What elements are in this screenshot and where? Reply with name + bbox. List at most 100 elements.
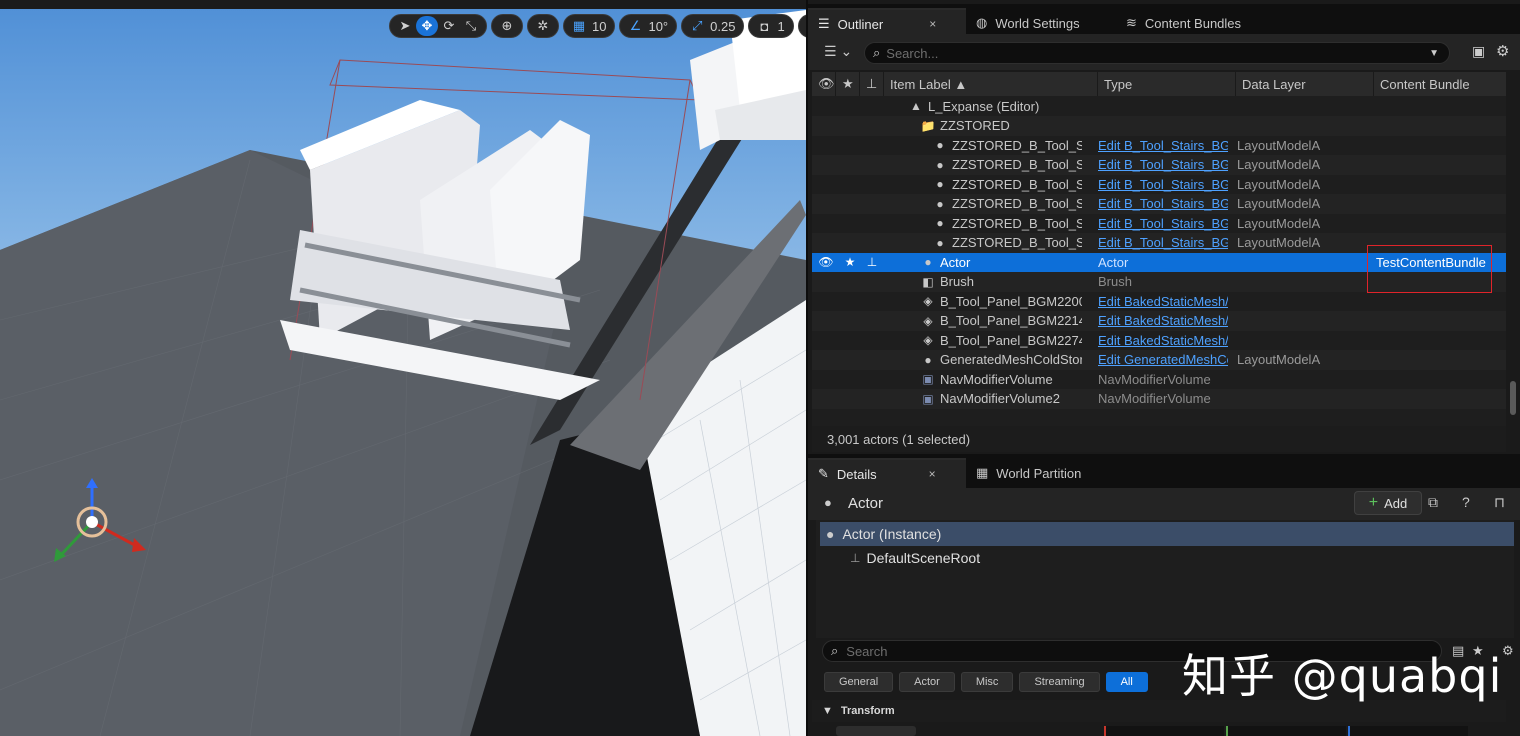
globe-icon: ⊕ <box>501 18 513 33</box>
gear-icon[interactable]: ⚙ <box>1502 643 1514 659</box>
outliner-row-type[interactable]: Edit B_Tool_Stairs_BG <box>1098 138 1228 153</box>
visibility-icon[interactable]: 👁 <box>818 254 834 270</box>
chevron-down-icon[interactable]: ▼ <box>1429 48 1439 59</box>
globe-icon: ◍ <box>976 15 988 30</box>
add-label: Add <box>1384 495 1408 511</box>
camera-speed[interactable]: ◘ 1 <box>748 14 794 38</box>
location-z-field[interactable] <box>1348 726 1468 736</box>
actor-icon: ● <box>936 216 944 231</box>
outliner-row-type[interactable]: Edit B_Tool_Stairs_BG <box>1098 196 1228 211</box>
grid-icon: ▦ <box>976 465 989 480</box>
scale-snap-icon: ⤢ <box>691 18 703 33</box>
column-content-bundle[interactable]: Content Bundle <box>1374 72 1506 96</box>
outliner-row[interactable]: ▣ NavModifierVolume NavModifierVolume <box>812 370 1506 390</box>
outliner-row-label: L_Expanse (Editor) <box>928 98 1040 114</box>
scale-mode-icon[interactable]: ⤡ <box>460 16 482 36</box>
angle-snap[interactable]: ∠ 10° <box>619 14 678 38</box>
actor-icon: ● <box>826 526 835 542</box>
outliner-row[interactable]: 📁 ZZSTORED <box>812 116 1506 136</box>
column-data-layer[interactable]: Data Layer <box>1236 72 1374 96</box>
outliner-row[interactable]: ● ZZSTORED_B_Tool_Stai Edit B_Tool_Stairs_… <box>812 155 1506 175</box>
filter-all[interactable]: All <box>1105 672 1148 692</box>
grid-snap[interactable]: ▦ 10 <box>563 14 616 38</box>
select-mode-icon[interactable]: ➤ <box>394 16 416 36</box>
close-icon[interactable]: × <box>929 467 936 481</box>
outliner-row[interactable]: ▲ L_Expanse (Editor) <box>812 97 1506 117</box>
outliner-row-type[interactable]: Edit B_Tool_Stairs_BG <box>1098 235 1228 250</box>
outliner-search-input[interactable]: ⌕ Search... ▼ <box>864 42 1450 64</box>
help-icon[interactable]: ? <box>1462 494 1470 510</box>
filter-general[interactable]: General <box>824 672 894 692</box>
volume-icon: ▣ <box>922 372 934 387</box>
plus-icon: + <box>1368 494 1379 511</box>
mesh-icon: ◈ <box>923 294 933 309</box>
lock-icon[interactable]: ⊓ <box>1494 494 1505 511</box>
scale-snap-value[interactable]: 0.25 <box>708 19 739 34</box>
camera-speed-value[interactable]: 1 <box>775 19 788 34</box>
star-column-icon[interactable]: ★ <box>836 72 860 96</box>
outliner-row-label: ZZSTORED_B_Tool_Stai <box>952 157 1082 173</box>
outliner-row-label: Brush <box>940 274 974 290</box>
outliner-row[interactable]: ◈ B_Tool_Panel_BGM2274 Edit BakedStaticMes… <box>812 331 1506 351</box>
outliner-row[interactable]: ▣ NavModifierVolume2 NavModifierVolume <box>812 389 1506 409</box>
outliner-status: 3,001 actors (1 selected) <box>812 426 1506 452</box>
gear-icon[interactable]: ⚙ <box>1496 42 1509 60</box>
grid-snap-value[interactable]: 10 <box>590 19 610 34</box>
outliner-row[interactable]: ● ZZSTORED_B_Tool_Stai Edit B_Tool_Stairs_… <box>812 175 1506 195</box>
outliner-row-type[interactable]: Edit B_Tool_Stairs_BG <box>1098 216 1228 231</box>
outliner-row[interactable]: ● ZZSTORED_B_Tool_Stai Edit B_Tool_Stairs_… <box>812 194 1506 214</box>
actor-icon: ● <box>936 235 944 250</box>
add-component-button[interactable]: + Add <box>1354 491 1422 515</box>
tab-details[interactable]: ✎ Details × <box>808 458 966 488</box>
pin-icon[interactable]: ⊥ <box>864 254 880 270</box>
outliner-row-label: ZZSTORED_B_Tool_Stai <box>952 215 1082 231</box>
close-icon[interactable]: × <box>929 17 936 31</box>
rotate-mode-icon[interactable]: ⟳ <box>438 16 460 36</box>
outliner-row[interactable]: ◈ B_Tool_Panel_BGM2200 Edit BakedStaticMes… <box>812 292 1506 312</box>
surface-snap-toggle[interactable]: ✲ <box>527 14 559 38</box>
translate-mode-icon[interactable]: ✥ <box>416 16 438 36</box>
mesh-icon: ◈ <box>923 313 933 328</box>
outliner-row-label: NavModifierVolume <box>940 371 1053 387</box>
location-dropdown[interactable] <box>836 726 916 736</box>
location-y-field[interactable] <box>1226 726 1346 736</box>
outliner-row[interactable]: ◈ B_Tool_Panel_BGM2214 Edit BakedStaticMes… <box>812 311 1506 331</box>
column-item-label[interactable]: Item Label ▲ <box>884 72 1098 96</box>
new-folder-icon[interactable]: ▣ <box>1472 43 1485 60</box>
tab-content-bundles-label: Content Bundles <box>1144 15 1242 31</box>
outliner-row-type[interactable]: Edit BakedStaticMesh/ <box>1098 333 1228 348</box>
filter-actor[interactable]: Actor <box>899 672 955 692</box>
outliner-row-label: ZZSTORED_B_Tool_Stai <box>952 235 1082 251</box>
visibility-column-icon[interactable]: 👁 <box>812 72 836 96</box>
location-x-field[interactable] <box>1104 726 1224 736</box>
level-viewport[interactable]: ➤ ✥ ⟳ ⤡ ⊕ ✲ ▦ 10 ∠ 10° ⤢ 0.25 ◘ 1 ⊞ <box>0 0 806 736</box>
tab-world-partition[interactable]: ▦ World Partition <box>966 458 1116 488</box>
outliner-scrollbar[interactable] <box>1510 96 1516 426</box>
star-icon[interactable]: ★ <box>842 254 858 270</box>
filter-misc[interactable]: Misc <box>960 672 1014 692</box>
outliner-row[interactable]: ● GeneratedMeshColdStorag Edit GeneratedMe… <box>812 350 1506 370</box>
outliner-row-data-layer: LayoutModelA <box>1237 215 1321 231</box>
pin-column-icon[interactable]: ⊥ <box>860 72 884 96</box>
tab-details-label: Details <box>836 466 877 482</box>
outliner-row-type[interactable]: Edit BakedStaticMesh/ <box>1098 313 1228 328</box>
outliner-row-type[interactable]: Edit BakedStaticMesh/ <box>1098 294 1228 309</box>
component-row[interactable]: ● Actor (Instance) <box>820 522 1514 546</box>
outliner-row-type[interactable]: Edit B_Tool_Stairs_BG <box>1098 177 1228 192</box>
scale-snap[interactable]: ⤢ 0.25 <box>681 14 745 38</box>
outliner-row[interactable]: ● ZZSTORED_B_Tool_Stai Edit B_Tool_Stairs_… <box>812 136 1506 156</box>
outliner-row[interactable]: ● ZZSTORED_B_Tool_Stai Edit B_Tool_Stairs_… <box>812 214 1506 234</box>
world-local-toggle[interactable]: ⊕ <box>491 14 523 38</box>
outliner-row-type[interactable]: Edit B_Tool_Stairs_BG <box>1098 157 1228 172</box>
filter-streaming[interactable]: Streaming <box>1019 672 1100 692</box>
angle-snap-value[interactable]: 10° <box>646 19 672 34</box>
filter-icon[interactable]: ☰ ⌄ <box>824 43 852 60</box>
outliner-column-header: 👁 ★ ⊥ Item Label ▲ Type Data Layer Conte… <box>812 72 1506 96</box>
outliner-row-data-layer: LayoutModelA <box>1237 235 1321 251</box>
scrollbar-thumb[interactable] <box>1510 381 1516 415</box>
viewport-layout-button[interactable]: ⊞ <box>797 14 806 38</box>
blueprint-icon[interactable]: ⧉ <box>1428 494 1438 511</box>
column-type[interactable]: Type <box>1098 72 1236 96</box>
component-row[interactable]: ⊥ DefaultSceneRoot <box>820 546 1514 570</box>
outliner-row-type[interactable]: Edit GeneratedMeshCo <box>1098 352 1228 367</box>
